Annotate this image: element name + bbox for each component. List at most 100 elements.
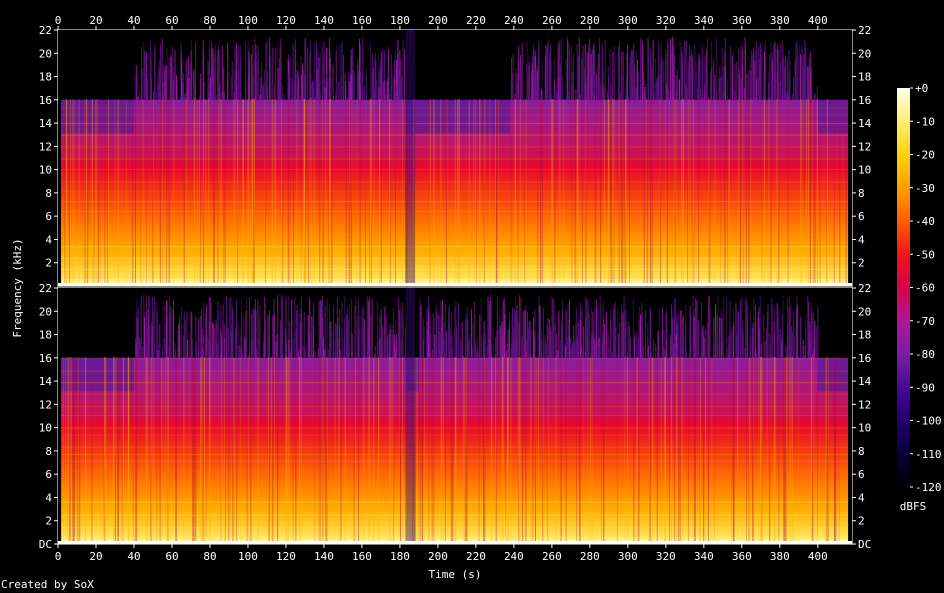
x-tick-label-bottom: 60 [165,550,178,563]
x-tick-label-top: 220 [466,14,486,27]
x-tick-label-top: 260 [542,14,562,27]
x-tick-label-top: 360 [732,14,752,27]
silence-gap [848,30,852,286]
colorbar-gradient [897,88,910,487]
x-tick-label-top: 200 [428,14,448,27]
x-tick-label-top: 340 [694,14,714,27]
y-tick-label-left: 2 [45,515,52,528]
x-axis-label: Time (s) [429,568,482,581]
y-tick-label-right: 10 [858,164,871,177]
y-tick-label-right: 6 [858,210,865,223]
y-tick-label-left: 20 [39,47,52,60]
x-tick-label-bottom: 200 [428,550,448,563]
channel-panel-2 [57,287,853,545]
y-tick-label-right: 12 [858,140,871,153]
colorbar-label: dBFS [900,500,927,513]
silence-gap [58,30,61,286]
x-tick-label-bottom: 180 [390,550,410,563]
x-tick-label-top: 20 [89,14,102,27]
x-tick-label-bottom: 140 [314,550,334,563]
energy-segment [817,357,849,544]
x-tick-label-bottom: 260 [542,550,562,563]
y-tick-label-right: 18 [858,71,871,84]
colorbar-tick-label: +0 [915,82,928,95]
x-tick-label-top: 240 [504,14,524,27]
y-tick-label-left: 14 [39,375,53,388]
x-tick-label-bottom: 380 [770,550,790,563]
y-tick-label-left: 4 [45,233,52,246]
x-tick-label-bottom: 320 [656,550,676,563]
y-axis-label: Frequency (kHz) [11,238,24,337]
y-tick-label-left: 2 [45,257,52,270]
colorbar-tick-label: -90 [915,381,935,394]
y-tick-label-left: 18 [39,329,52,342]
quiet-gap [405,288,416,544]
y-tick-label-right: 14 [858,375,872,388]
x-tick-label-bottom: 120 [276,550,296,563]
y-tick-label-right: 2 [858,257,865,270]
colorbar: +0 -10 -20 -30 -40 -50 -60 -70 -80 -90 -100 -110 -12… [897,82,942,513]
y-tick-label-left: 10 [39,422,52,435]
x-tick-label-top: 80 [203,14,216,27]
x-tick-label-top: 320 [656,14,676,27]
colorbar-tick-label: -60 [915,282,935,295]
y-tick-label-left: 6 [45,468,52,481]
y-tick-label-right: 14 [858,117,872,130]
y-tick-label-right: 12 [858,398,871,411]
y-tick-label-right: 22 [858,282,871,295]
y-tick-label-right: 4 [858,491,865,504]
silence-gap [58,288,61,544]
colorbar-tick-label: -50 [915,248,935,261]
y-tick-label-left: 12 [39,398,52,411]
colorbar-tick-label: -10 [915,115,935,128]
x-tick-label-bottom: 360 [732,550,752,563]
y-tick-label-left: 14 [39,117,53,130]
colorbar-tick-label: -100 [915,415,942,428]
y-tick-label-right: 16 [858,94,871,107]
y-tick-label-right: 22 [858,24,871,37]
y-tick-label-right: 18 [858,329,871,342]
y-tick-label-left: 6 [45,210,52,223]
x-tick-label-bottom: 40 [127,550,140,563]
colorbar-tick-label: -80 [915,348,935,361]
y-tick-label-left: 10 [39,164,52,177]
colorbar-tick-label: -70 [915,315,935,328]
y-tick-label-left: 12 [39,140,52,153]
y-tick-label-right: 20 [858,47,871,60]
y-tick-label-left: DC [39,538,52,551]
x-tick-label-top: 140 [314,14,334,27]
x-tick-label-top: 40 [127,14,140,27]
x-tick-label-top: 280 [580,14,600,27]
colorbar-tick-label: -20 [915,149,935,162]
y-tick-label-right: 8 [858,445,865,458]
x-tick-label-top: 380 [770,14,790,27]
x-tick-label-top: 60 [165,14,178,27]
x-tick-label-bottom: 240 [504,550,524,563]
spectrogram-panels [57,29,853,545]
x-tick-label-bottom: 400 [808,550,828,563]
x-tick-label-bottom: 160 [352,550,372,563]
channel-panel-1 [57,29,853,287]
x-tick-label-bottom: 300 [618,550,638,563]
x-tick-label-top: 100 [238,14,258,27]
y-tick-label-left: 22 [39,24,52,37]
dc-line [58,283,852,286]
y-tick-label-left: 16 [39,94,52,107]
colorbar-tick-label: -40 [915,215,935,228]
y-tick-label-right: 6 [858,468,865,481]
y-tick-label-right: 4 [858,233,865,246]
x-tick-label-bottom: 100 [238,550,258,563]
x-tick-label-top: 300 [618,14,638,27]
x-tick-label-top: 400 [808,14,828,27]
y-tick-label-right: 16 [858,352,871,365]
y-tick-label-left: 20 [39,305,52,318]
x-tick-label-bottom: 80 [203,550,216,563]
x-tick-label-top: 0 [55,14,62,27]
x-axis-bottom: 0 20 40 60 80 100 120 140 160 180 200 220 240 260 280 3… [55,544,828,563]
y-tick-label-left: 16 [39,352,52,365]
x-tick-label-bottom: 20 [89,550,102,563]
colorbar-tick-label: -30 [915,182,935,195]
x-tick-label-top: 180 [390,14,410,27]
x-tick-label-bottom: 340 [694,550,714,563]
x-tick-label-bottom: 0 [55,550,62,563]
